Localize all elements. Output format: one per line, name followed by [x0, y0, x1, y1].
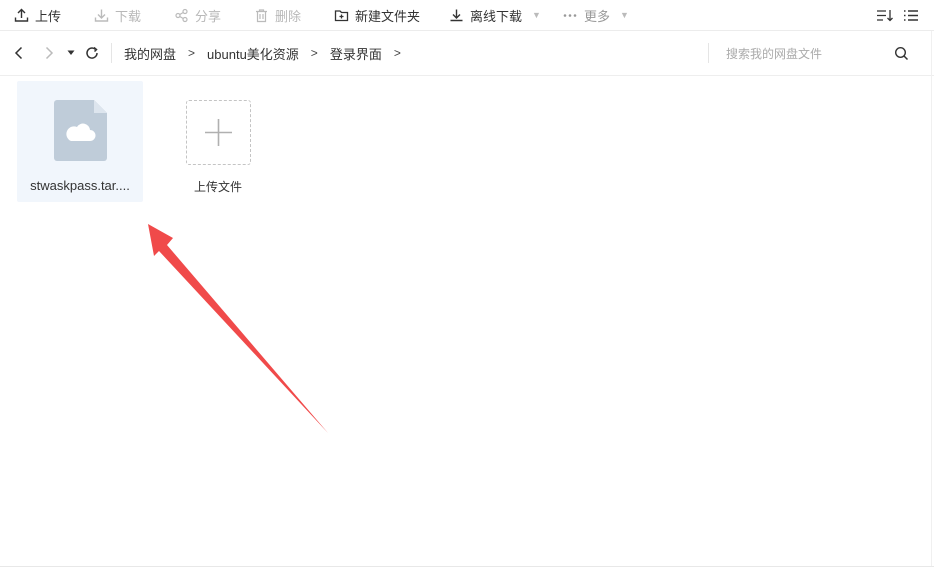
new-folder-button[interactable]: 新建文件夹 [334, 0, 420, 30]
sort-icon [877, 9, 893, 21]
trash-icon [256, 8, 267, 22]
search-icon [894, 46, 909, 60]
upload-file-tile[interactable] [186, 100, 251, 165]
share-button[interactable]: 分享 [174, 0, 221, 30]
caret-down-icon [67, 50, 75, 55]
breadcrumb-item-my-drive[interactable]: 我的网盘 [124, 44, 176, 63]
search-input[interactable]: 搜索我的网盘文件 [726, 31, 822, 75]
upload-button[interactable]: 上传 [14, 0, 61, 30]
more-label: 更多 [584, 8, 611, 24]
file-item[interactable]: stwaskpass.tar.... [17, 81, 143, 202]
breadcrumb: 我的网盘 > ubuntu美化资源 > 登录界面 > [124, 31, 413, 75]
cloud-file-icon [54, 100, 107, 161]
offline-download-icon [450, 9, 463, 21]
refresh-button[interactable] [85, 31, 99, 75]
scrollbar-track[interactable] [931, 31, 932, 566]
breadcrumb-item-ubuntu-resources[interactable]: ubuntu美化资源 [207, 44, 299, 63]
forward-button[interactable] [43, 31, 55, 75]
download-label: 下载 [115, 8, 142, 24]
toolbar: 上传 下载 分享 删除 新建文件夹 离线下载 ▼ 更多 ▼ [0, 0, 934, 31]
divider [111, 43, 112, 63]
chevron-left-icon [14, 46, 23, 60]
upload-file-label: 上传文件 [193, 180, 242, 194]
divider [0, 566, 934, 567]
more-dots-icon [563, 13, 577, 17]
refresh-icon [86, 46, 98, 59]
delete-label: 删除 [275, 8, 302, 24]
chevron-right-icon [45, 46, 54, 60]
divider [708, 43, 709, 63]
chevron-down-icon[interactable]: ▼ [532, 10, 541, 20]
share-label: 分享 [195, 8, 222, 24]
navigation-bar: 我的网盘 > ubuntu美化资源 > 登录界面 > 搜索我的网盘文件 [0, 31, 934, 76]
chevron-right-icon: > [310, 46, 318, 60]
download-button[interactable]: 下载 [94, 0, 141, 30]
plus-icon [205, 119, 232, 146]
file-name: stwaskpass.tar.... [30, 178, 130, 193]
offline-download-button[interactable]: 离线下载 ▼ [449, 0, 541, 30]
sort-button[interactable] [876, 0, 894, 30]
download-icon [94, 9, 109, 22]
new-folder-label: 新建文件夹 [355, 8, 421, 24]
list-view-icon [904, 9, 918, 21]
more-button[interactable]: 更多 ▼ [562, 0, 629, 30]
upload-label: 上传 [35, 8, 62, 24]
arrow-shape [148, 224, 328, 433]
chevron-down-icon[interactable]: ▼ [620, 10, 629, 20]
back-button[interactable] [13, 31, 25, 75]
share-icon [175, 8, 188, 22]
chevron-right-icon[interactable]: > [394, 46, 401, 60]
delete-button[interactable]: 删除 [254, 0, 301, 30]
new-folder-icon [334, 9, 349, 21]
offline-download-label: 离线下载 [470, 8, 523, 24]
breadcrumb-item-login-screen[interactable]: 登录界面 [330, 44, 382, 63]
list-view-button[interactable] [903, 0, 919, 30]
history-dropdown[interactable] [67, 31, 75, 75]
chevron-right-icon: > [188, 46, 196, 60]
upload-icon [14, 8, 29, 22]
search-button[interactable] [894, 31, 909, 75]
